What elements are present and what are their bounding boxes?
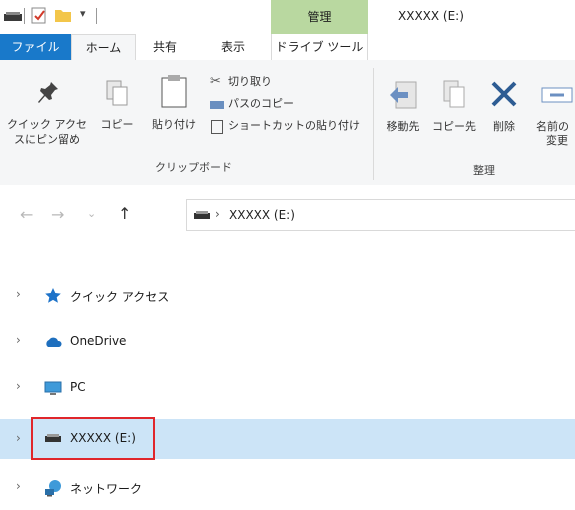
rename-label-line1: 名前の bbox=[536, 120, 569, 133]
clipboard-icon bbox=[161, 75, 187, 108]
properties-icon[interactable] bbox=[31, 7, 47, 24]
pin-label-line2: スにピン留め bbox=[14, 133, 80, 146]
highlight-box bbox=[31, 417, 155, 460]
move-to-label: 移動先 bbox=[386, 120, 420, 133]
delete-label: 削除 bbox=[493, 120, 515, 133]
drive-icon bbox=[194, 211, 210, 219]
rename-label-line2: 変更 bbox=[546, 134, 568, 147]
ribbon: クイック アクセ スにピン留め コピー 貼り付け ✂ 切り取り パスのコピー シ… bbox=[0, 60, 575, 186]
new-folder-icon[interactable] bbox=[54, 7, 72, 23]
window-title: XXXXX (E:) bbox=[398, 9, 464, 23]
copy-to-button[interactable]: コピー先 bbox=[430, 78, 478, 138]
nav-item-onedrive[interactable]: › OneDrive bbox=[0, 323, 575, 361]
expand-chevron-icon[interactable]: › bbox=[16, 333, 21, 347]
copy-to-label: コピー先 bbox=[432, 120, 476, 133]
expand-chevron-icon[interactable]: › bbox=[16, 479, 21, 493]
copy-path-button[interactable]: パスのコピー bbox=[210, 96, 310, 114]
paste-button[interactable]: 貼り付け bbox=[142, 74, 206, 136]
cloud-icon bbox=[46, 337, 62, 347]
recent-locations-chevron-icon[interactable]: ⌄ bbox=[87, 207, 96, 220]
delete-icon bbox=[491, 81, 517, 107]
address-path[interactable]: XXXXX (E:) bbox=[229, 208, 295, 222]
expand-chevron-icon[interactable]: › bbox=[16, 431, 21, 445]
scissors-icon: ✂ bbox=[210, 74, 221, 89]
copy-button[interactable]: コピー bbox=[95, 78, 139, 138]
pin-label-line1: クイック アクセ bbox=[7, 118, 87, 131]
cut-label: 切り取り bbox=[228, 75, 272, 88]
paste-shortcut-button[interactable]: ショートカットの貼り付け bbox=[210, 118, 370, 136]
divider bbox=[96, 8, 97, 24]
nav-item-label: クイック アクセス bbox=[70, 290, 170, 304]
paste-shortcut-label: ショートカットの貼り付け bbox=[228, 119, 360, 132]
tab-share[interactable]: 共有 bbox=[140, 34, 190, 60]
expand-chevron-icon[interactable]: › bbox=[16, 287, 21, 301]
star-icon bbox=[45, 288, 61, 303]
tab-file[interactable]: ファイル bbox=[0, 34, 71, 60]
rename-button[interactable]: 名前の 変更 bbox=[530, 78, 575, 148]
back-arrow-icon[interactable]: ← bbox=[20, 205, 33, 224]
pin-to-quick-access-button[interactable]: クイック アクセ スにピン留め bbox=[2, 78, 92, 153]
delete-button[interactable]: 削除 bbox=[482, 78, 526, 138]
organize-group-label: 整理 bbox=[473, 164, 495, 177]
forward-arrow-icon[interactable]: → bbox=[51, 205, 64, 224]
copy-icon bbox=[106, 80, 128, 106]
nav-item-label: PC bbox=[70, 380, 86, 394]
copy-path-label: パスのコピー bbox=[228, 97, 294, 110]
tab-drive-tools[interactable]: ドライブ ツール bbox=[271, 34, 368, 60]
nav-item-quick-access[interactable]: › クイック アクセス bbox=[0, 277, 575, 315]
shortcut-icon bbox=[211, 120, 223, 134]
breadcrumb-separator: › bbox=[215, 207, 220, 221]
copy-label: コピー bbox=[100, 118, 134, 131]
quick-access-dropdown-icon[interactable]: ▾ bbox=[80, 7, 86, 20]
group-separator bbox=[373, 68, 374, 180]
move-to-icon bbox=[390, 81, 417, 109]
expand-chevron-icon[interactable]: › bbox=[16, 379, 21, 393]
contextual-tab-label: 管理 bbox=[307, 10, 332, 24]
drive-icon bbox=[4, 12, 22, 21]
move-to-button[interactable]: 移動先 bbox=[380, 78, 426, 138]
network-icon bbox=[45, 480, 61, 497]
monitor-icon bbox=[44, 381, 62, 395]
nav-item-label: ネットワーク bbox=[70, 482, 143, 496]
copy-to-icon bbox=[443, 80, 465, 108]
nav-item-label: OneDrive bbox=[70, 334, 127, 348]
tab-view[interactable]: 表示 bbox=[203, 34, 263, 60]
path-icon bbox=[210, 101, 224, 109]
nav-item-pc[interactable]: › PC bbox=[0, 369, 575, 407]
clipboard-group-label: クリップボード bbox=[155, 161, 232, 174]
cut-button[interactable]: ✂ 切り取り bbox=[210, 74, 280, 92]
paste-label: 貼り付け bbox=[152, 118, 196, 131]
nav-item-network[interactable]: › ネットワーク bbox=[0, 469, 575, 507]
divider bbox=[24, 8, 25, 24]
tab-home[interactable]: ホーム bbox=[71, 34, 136, 61]
pin-icon bbox=[38, 82, 58, 103]
contextual-tab-manage[interactable]: 管理 bbox=[271, 0, 368, 34]
up-arrow-icon[interactable]: ↑ bbox=[118, 204, 131, 223]
rename-icon bbox=[541, 87, 573, 103]
